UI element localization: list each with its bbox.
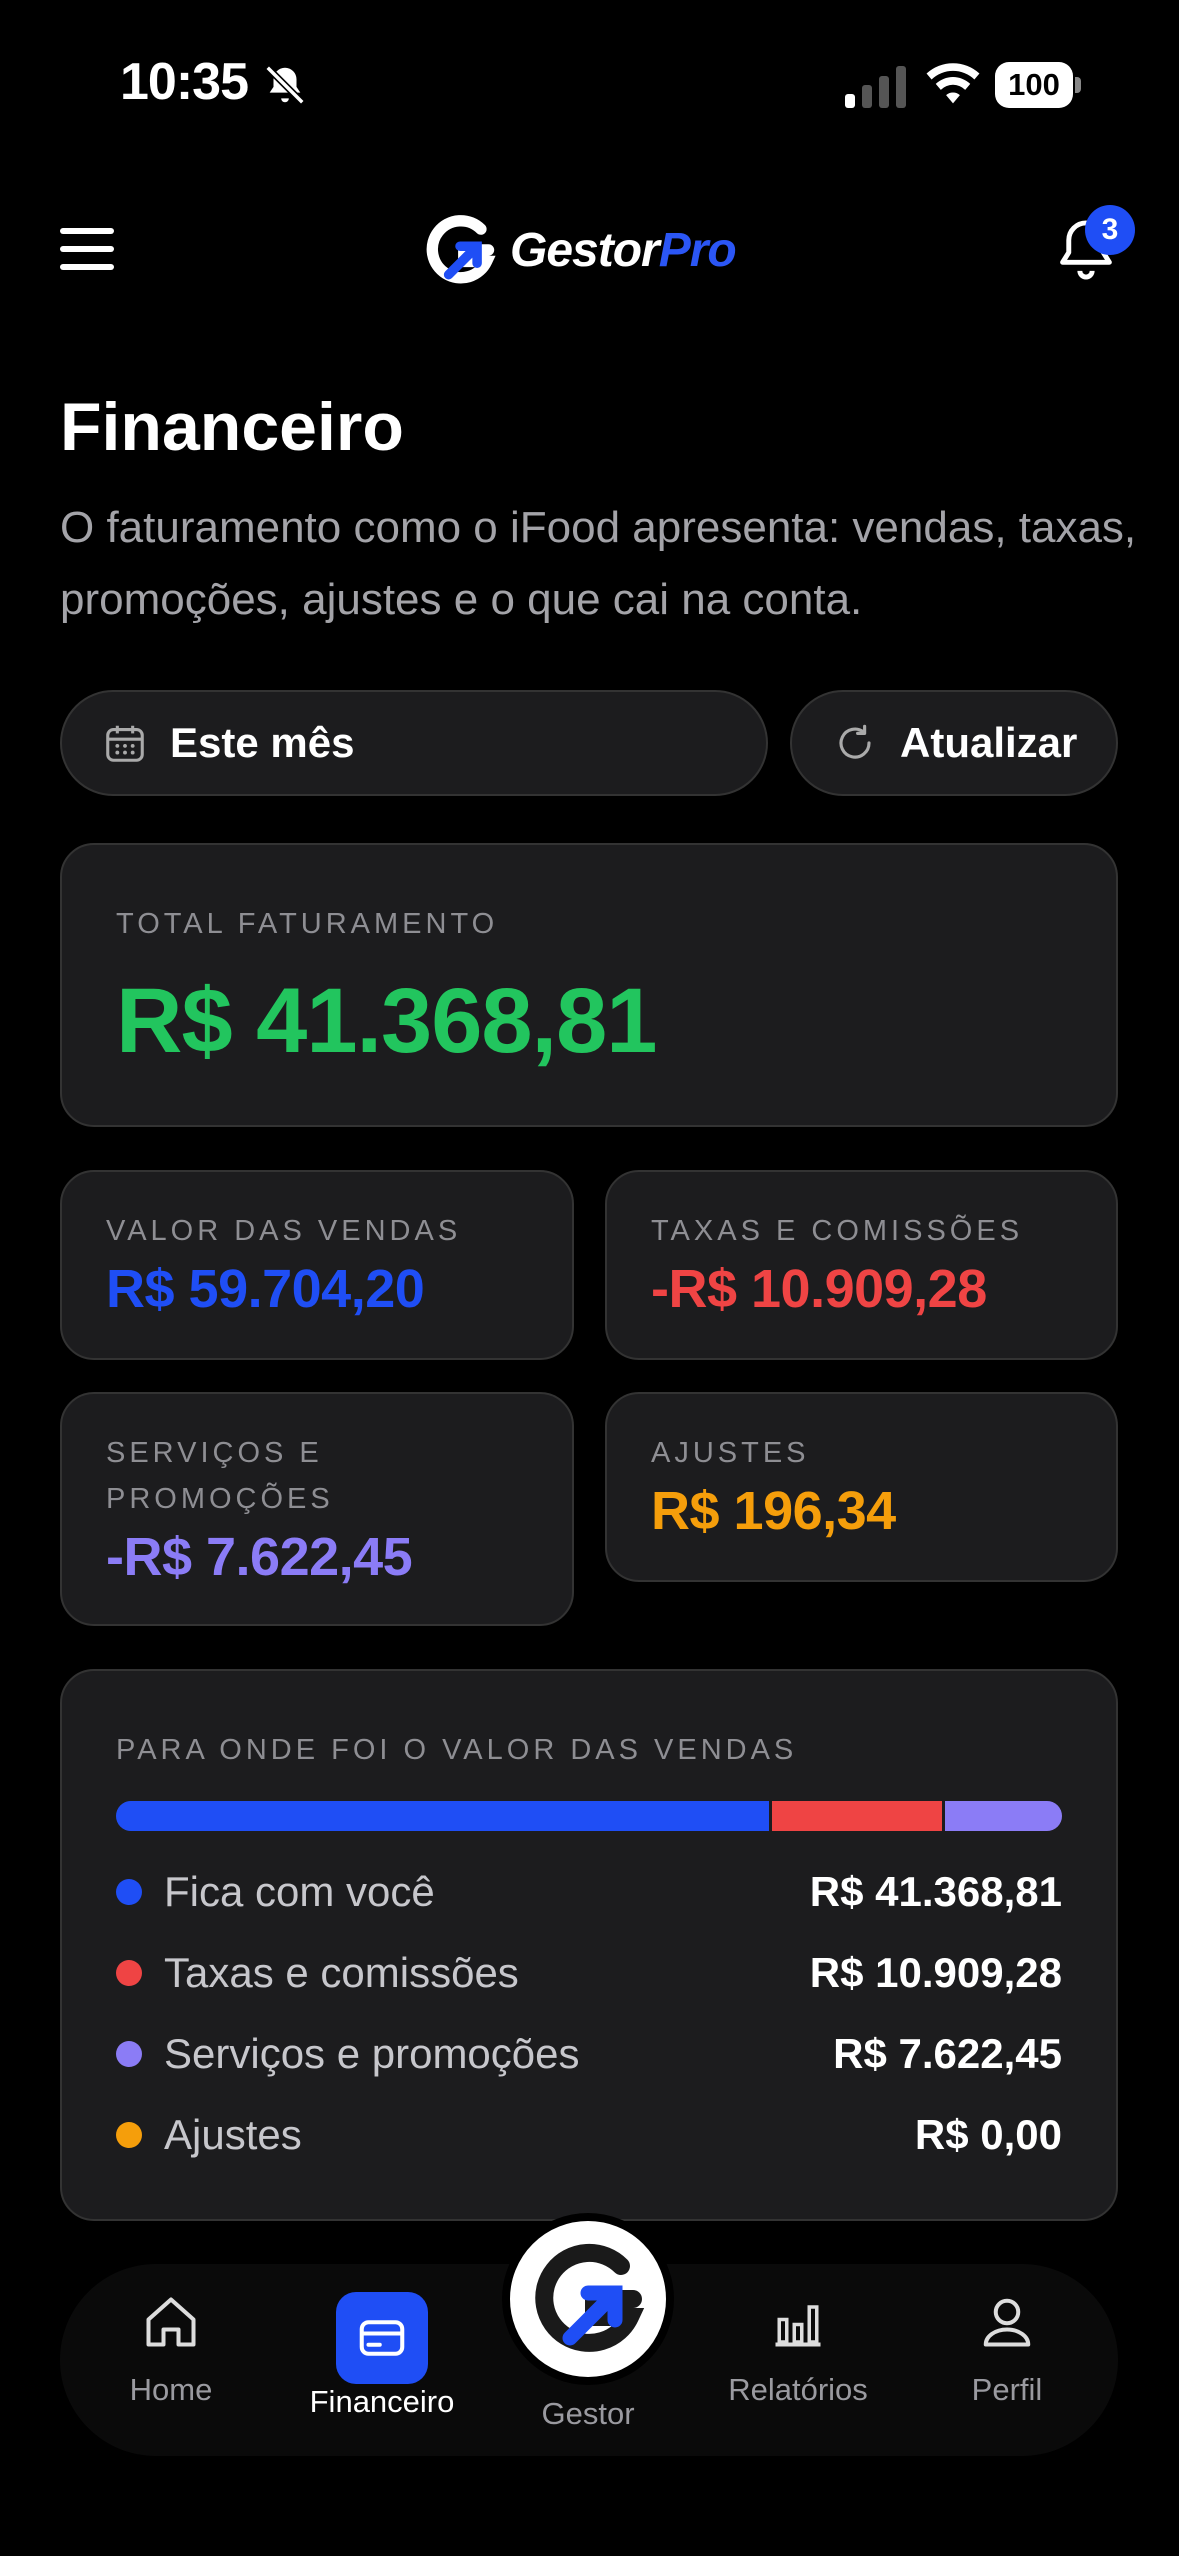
total-revenue-label: TOTAL FATURAMENTO <box>116 908 499 940</box>
breakdown-legend: Fica com você R$ 41.368,81 Taxas e comissõ… <box>116 1851 1062 2175</box>
services-promotions-card: SERVIÇOS E PROMOÇÕES -R$ 7.622,45 <box>60 1392 574 1626</box>
period-label: Este mês <box>170 719 355 766</box>
legend-dot <box>116 2121 142 2148</box>
fees-amount: -R$ 10.909,28 <box>651 1259 987 1319</box>
legend-label: Serviços e promoções <box>164 2029 580 2077</box>
legend-row: Taxas e comissões R$ 10.909,28 <box>116 1932 1062 2013</box>
legend-dot <box>116 1878 142 1905</box>
legend-dot <box>116 1959 142 1986</box>
silent-mode-icon <box>265 65 305 105</box>
fees-card: TAXAS E COMISSÕES -R$ 10.909,28 <box>605 1170 1118 1360</box>
breakdown-title: PARA ONDE FOI O VALOR DAS VENDAS <box>116 1734 798 1766</box>
hamburger-icon <box>60 228 114 234</box>
bar-chart-icon <box>775 2305 821 2347</box>
user-icon <box>983 2298 1031 2347</box>
nav-financeiro[interactable]: Financeiro <box>287 2384 477 2420</box>
breakdown-bar-segment <box>116 1801 770 1831</box>
nav-home[interactable]: Home <box>76 2292 266 2408</box>
nav-financeiro-label: Financeiro <box>309 2384 455 2419</box>
refresh-button[interactable]: Atualizar <box>790 690 1118 796</box>
legend-row: Ajustes R$ 0,00 <box>116 2094 1062 2175</box>
adjustments-card: AJUSTES R$ 196,34 <box>605 1392 1118 1582</box>
services-promotions-amount: -R$ 7.622,45 <box>106 1527 413 1587</box>
legend-label: Ajustes <box>164 2110 302 2158</box>
app-logo: GestorPro <box>422 210 737 290</box>
nav-home-label: Home <box>129 2372 213 2407</box>
status-bar: 10:35 100 <box>0 0 1179 175</box>
notification-count-badge: 3 <box>1085 205 1135 255</box>
sales-breakdown-card: PARA ONDE FOI O VALOR DAS VENDAS Fica co… <box>60 1669 1118 2221</box>
nav-gestor-label: Gestor <box>541 2396 635 2431</box>
period-selector-button[interactable]: Este mês <box>60 690 768 796</box>
page-subtitle: O faturamento como o iFood apresenta: ve… <box>60 503 1137 624</box>
nav-perfil[interactable]: Perfil <box>912 2292 1102 2408</box>
breakdown-bar-segment <box>769 1801 942 1831</box>
nav-financeiro-highlight <box>336 2292 428 2384</box>
cellular-signal-icon <box>845 66 906 108</box>
app-screen: 10:35 100 GestorPro 3 Financeiro O fatur… <box>0 0 1179 2556</box>
sales-value-card: VALOR DAS VENDAS R$ 59.704,20 <box>60 1170 574 1360</box>
services-promotions-label: SERVIÇOS E PROMOÇÕES <box>106 1437 334 1515</box>
status-time: 10:35 <box>120 53 249 111</box>
logo-text-primary: Gestor <box>510 223 660 277</box>
nav-perfil-label: Perfil <box>971 2372 1043 2407</box>
menu-button[interactable] <box>60 228 118 274</box>
battery-icon: 100 <box>995 62 1081 108</box>
legend-label: Fica com você <box>164 1867 435 1915</box>
gestor-center-button[interactable] <box>502 2213 674 2385</box>
refresh-icon <box>839 724 871 759</box>
nav-relatorios-label: Relatórios <box>728 2372 868 2407</box>
legend-value: R$ 7.622,45 <box>833 2029 1062 2077</box>
sales-value-label: VALOR DAS VENDAS <box>106 1215 462 1247</box>
adjustments-label: AJUSTES <box>651 1437 810 1469</box>
adjustments-amount: R$ 196,34 <box>651 1481 896 1541</box>
legend-value: R$ 0,00 <box>914 2110 1062 2158</box>
total-revenue-card: TOTAL FATURAMENTO R$ 41.368,81 <box>60 843 1118 1127</box>
wallet-card-icon <box>359 2320 405 2356</box>
sales-value-amount: R$ 59.704,20 <box>106 1259 425 1319</box>
breakdown-stacked-bar <box>116 1801 1062 1831</box>
legend-row: Fica com você R$ 41.368,81 <box>116 1851 1062 1932</box>
refresh-label: Atualizar <box>900 719 1078 766</box>
legend-row: Serviços e promoções R$ 7.622,45 <box>116 2013 1062 2094</box>
battery-level: 100 <box>995 62 1073 108</box>
home-icon <box>146 2297 196 2347</box>
legend-dot <box>116 2040 142 2067</box>
gestor-logo-icon <box>535 2243 645 2352</box>
gestorpro-logo-icon <box>426 215 496 284</box>
fees-label: TAXAS E COMISSÕES <box>651 1215 1024 1247</box>
nav-relatorios[interactable]: Relatórios <box>703 2292 893 2408</box>
page-title: Financeiro <box>60 389 404 465</box>
calendar-icon <box>106 725 144 762</box>
legend-value: R$ 41.368,81 <box>809 1867 1062 1915</box>
logo-text-accent: Pro <box>658 223 737 277</box>
wifi-icon <box>926 63 980 104</box>
legend-label: Taxas e comissões <box>164 1948 519 1996</box>
breakdown-bar-segment <box>941 1801 1062 1831</box>
total-revenue-value: R$ 41.368,81 <box>116 970 657 1072</box>
legend-value: R$ 10.909,28 <box>809 1948 1062 1996</box>
